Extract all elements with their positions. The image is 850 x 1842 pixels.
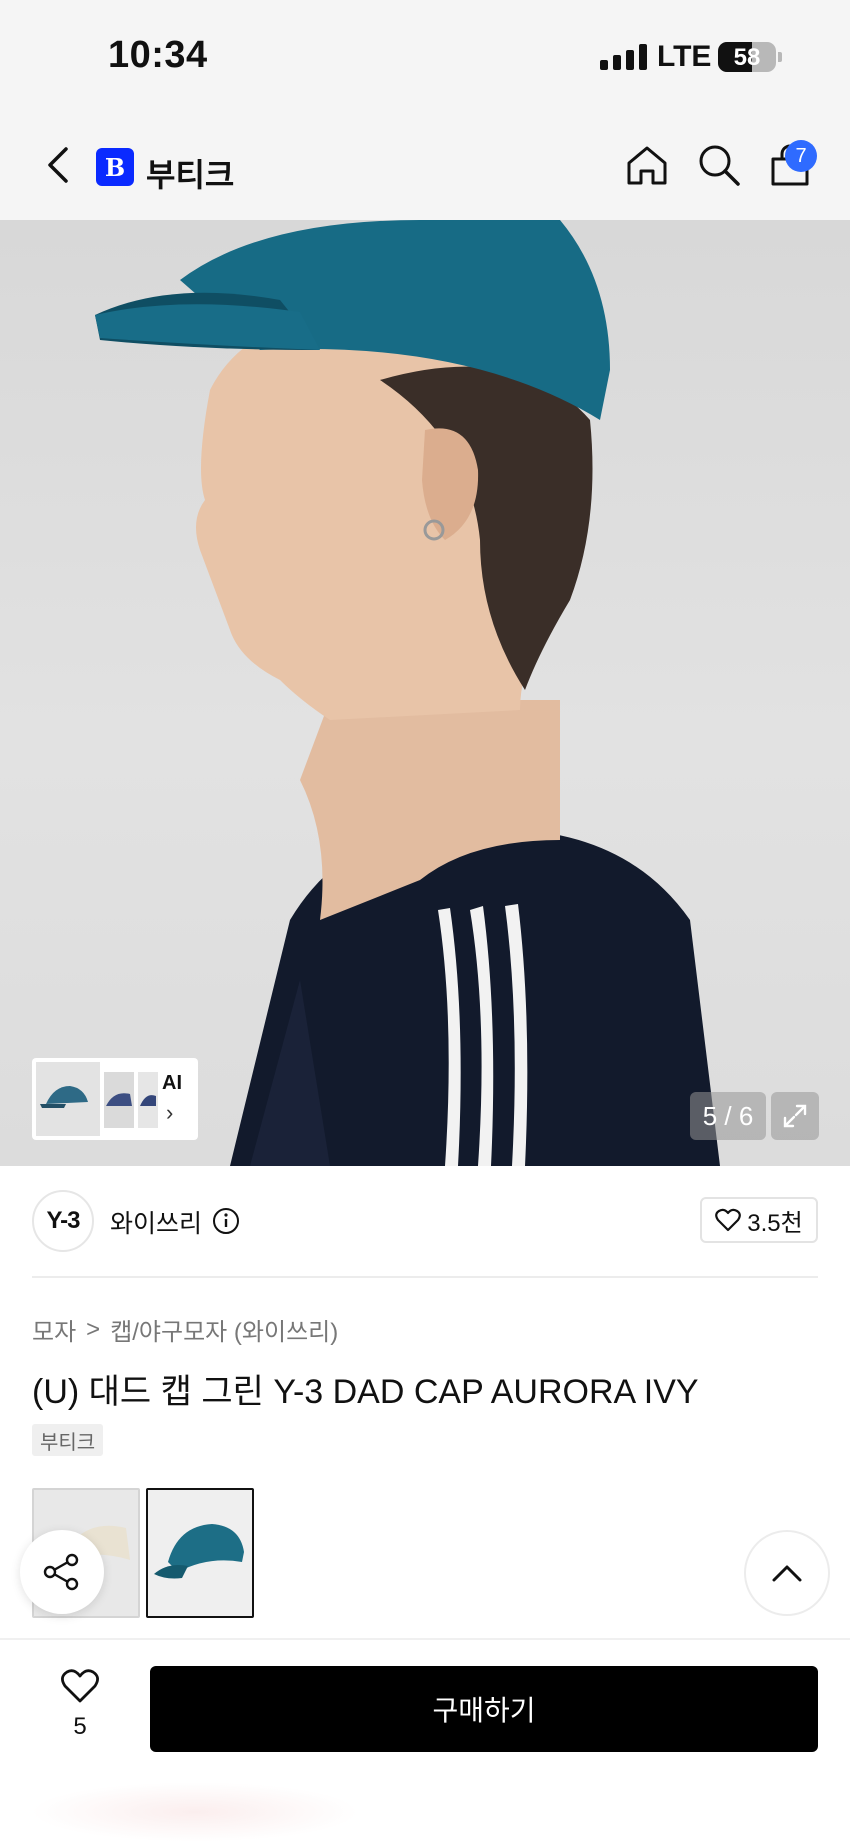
status-bar: 10:34 LTE 58 [0,0,850,110]
back-button[interactable] [38,142,78,188]
battery-level: 58 [733,44,761,71]
home-icon [627,146,667,185]
share-icon [43,1553,79,1591]
product-title: (U) 대드 캡 그린 Y-3 DAD CAP AURORA IVY [32,1373,699,1411]
brand-like-count: 3.5천 [747,1209,803,1237]
breadcrumb-separator: > [86,1315,101,1343]
boutique-logo[interactable]: B [96,148,134,186]
network-label: LTE [657,40,712,73]
share-button[interactable] [20,1530,104,1614]
thumbnail-cap-1 [36,1062,100,1136]
boutique-title[interactable]: 부티크 [146,150,234,196]
home-button[interactable] [622,140,672,190]
home-indicator [30,1782,360,1842]
expand-icon [783,1104,807,1128]
chevron-left-icon [48,147,68,183]
divider [32,1276,818,1278]
heart-icon [61,1669,99,1703]
chevron-right-icon: › [166,1100,174,1125]
brand-name[interactable]: 와이쓰리 [110,1204,202,1240]
model-wearing-cap-illustration [95,220,720,1166]
scroll-to-top-button[interactable] [744,1530,830,1616]
ai-thumbnail-strip[interactable]: AI › [32,1058,198,1140]
ai-label: AI [162,1072,182,1094]
signal-icon [600,44,647,70]
boutique-tag: 부티크 [32,1424,104,1456]
expand-image-button[interactable] [771,1092,819,1140]
breadcrumb: 모자 > 캡/야구모자 (와이쓰리) [32,1312,338,1347]
search-icon [699,145,740,186]
image-page-counter: 5 / 6 [690,1092,766,1140]
chevron-up-icon [772,1565,802,1582]
breadcrumb-level1[interactable]: 모자 [32,1312,76,1347]
brand-logo[interactable]: Y-3 [32,1190,94,1252]
color-option-green[interactable] [146,1488,254,1618]
buy-button[interactable]: 구매하기 [150,1666,818,1752]
wish-count: 5 [73,1713,87,1740]
wish-button[interactable]: 5 [52,1668,108,1741]
info-icon[interactable] [212,1207,240,1240]
heart-icon [715,1208,742,1232]
thumbnail-cap-2 [104,1072,134,1128]
cart-count-badge: 7 [785,140,817,172]
breadcrumb-level2[interactable]: 캡/야구모자 (와이쓰리) [110,1312,338,1347]
brand-like-button[interactable]: 3.5천 [700,1197,818,1243]
product-image[interactable] [0,220,850,1166]
search-button[interactable] [694,140,744,190]
thumbnail-cap-3 [138,1072,158,1128]
battery-icon: 58 [718,42,776,72]
status-time: 10:34 [108,34,208,76]
app-header: B 부티크 7 [0,110,850,220]
